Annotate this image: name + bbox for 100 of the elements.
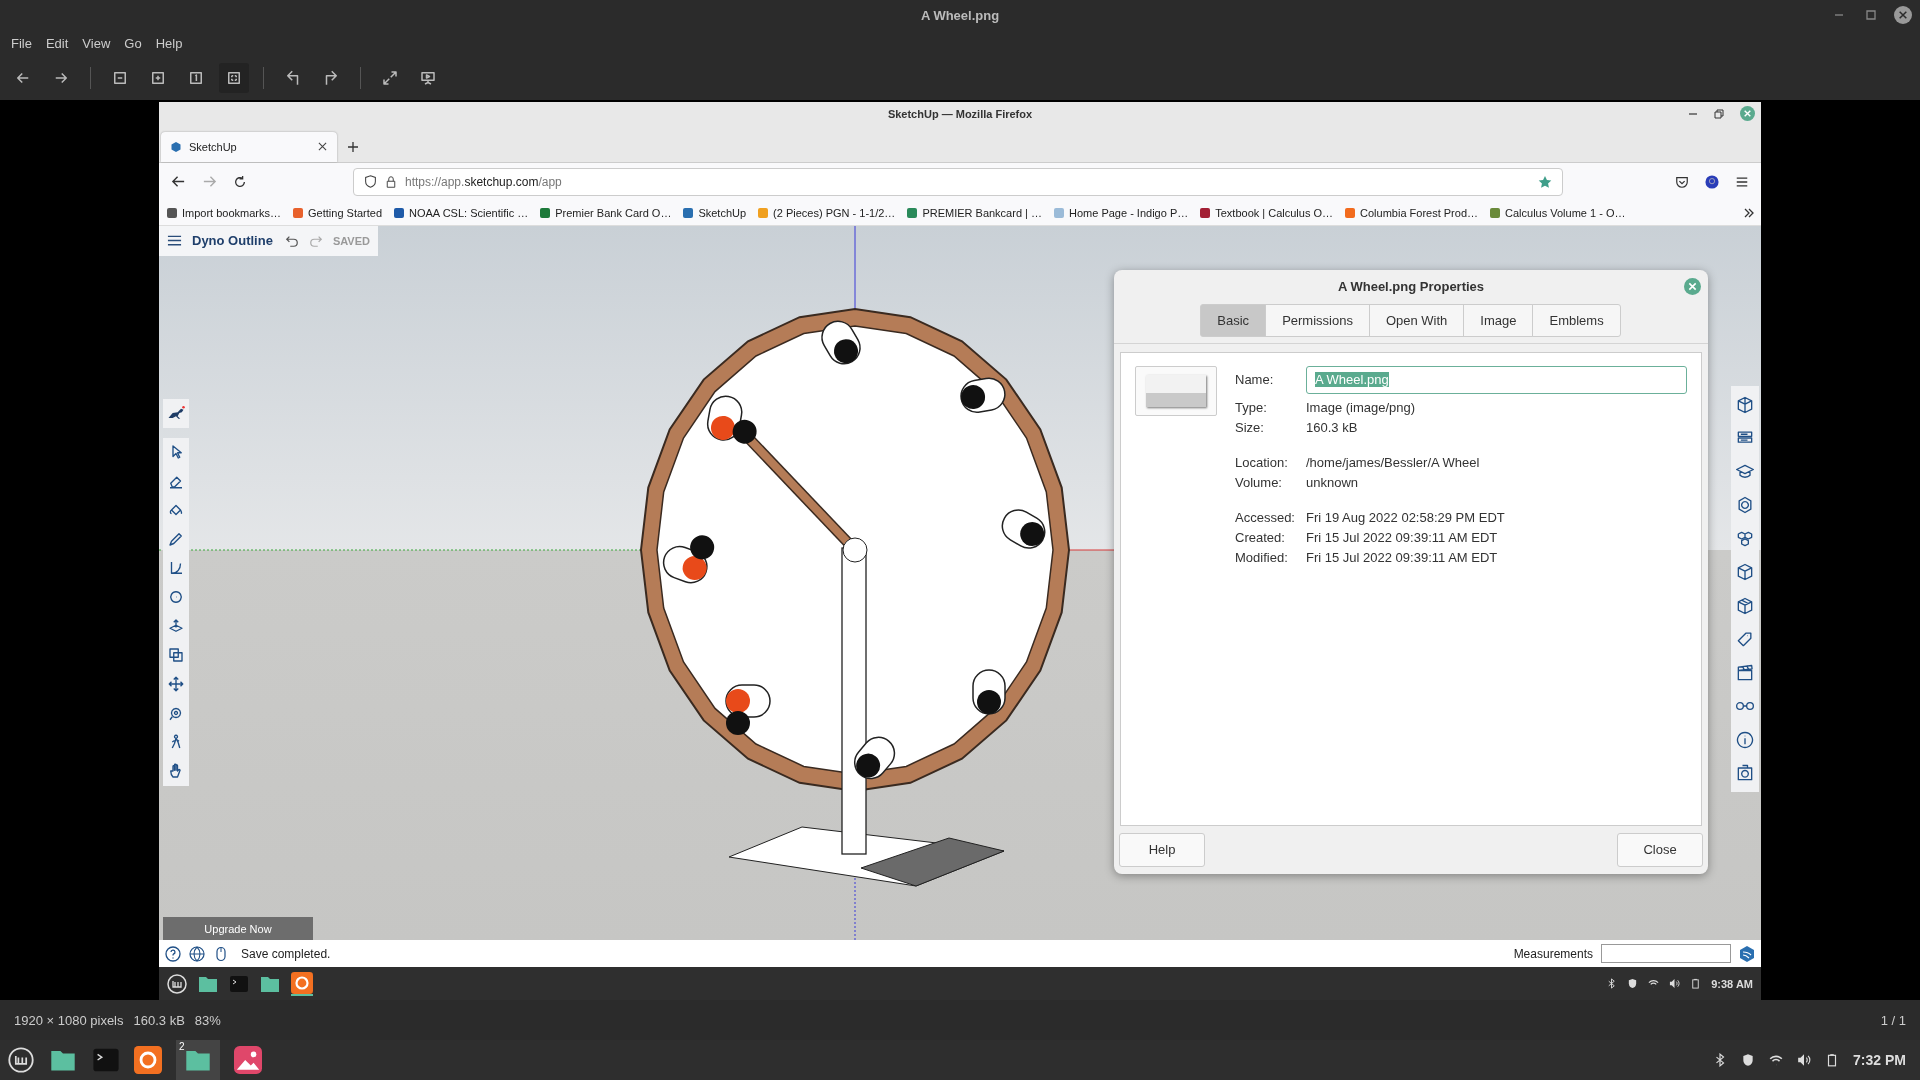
dialog-button[interactable]: Help: [1119, 832, 1205, 867]
menu-item[interactable]: View: [77, 32, 116, 54]
field-value: unknown: [1306, 474, 1359, 490]
mouse-icon[interactable]: [213, 945, 229, 962]
measurements-field[interactable]: [1601, 944, 1731, 964]
logo-icon[interactable]: [1739, 945, 1755, 962]
bookmark-link[interactable]: PREMIER Bankcard | …: [907, 206, 1042, 219]
field-label: Name:: [1235, 372, 1275, 388]
lock-icon: [385, 175, 397, 188]
bookmark-link[interactable]: (2 Pieces) PGN - 1-1/2…: [758, 206, 896, 219]
save-status: SAVED: [332, 234, 370, 247]
volume-icon[interactable]: [1797, 1053, 1812, 1067]
firefox-icon[interactable]: [291, 971, 313, 996]
bookmark-link[interactable]: SketchUp: [683, 206, 747, 219]
close-icon[interactable]: [1740, 106, 1755, 121]
browser-tab[interactable]: SketchUp: [161, 131, 337, 162]
browser-title: SketchUp — Mozilla Firefox: [887, 107, 1033, 120]
clock: 9:38 AM: [1711, 977, 1753, 990]
dialog-tab[interactable]: Image: [1463, 303, 1534, 337]
info-icon: [1735, 729, 1755, 750]
dialog-title: A Wheel.png Properties: [1337, 279, 1485, 295]
bookmark-link[interactable]: Premier Bank Card O…: [540, 206, 672, 219]
measurements-label: Measurements: [1513, 946, 1593, 961]
zoom-out-icon: [111, 69, 129, 87]
clapper-icon: [1735, 662, 1755, 683]
bookmark-link[interactable]: Import bookmarks…: [167, 206, 282, 219]
fit-to-window-icon: [225, 69, 243, 87]
bookmark-link[interactable]: Calculus Volume 1 - O…: [1490, 206, 1626, 219]
field-value: Fri 19 Aug 2022 02:58:29 PM EDT: [1306, 509, 1505, 525]
toolbar-button[interactable]: [219, 63, 249, 93]
new-tab-icon[interactable]: [347, 140, 359, 153]
pencil-icon: [167, 530, 185, 549]
dialog-tab[interactable]: Permissions: [1265, 303, 1370, 337]
offset-icon: [167, 646, 185, 665]
account-icon[interactable]: [1705, 174, 1719, 189]
slideshow-icon: [419, 69, 437, 87]
camera-icon: [1735, 763, 1755, 783]
star-icon[interactable]: [1538, 174, 1552, 189]
menu-item[interactable]: Edit: [40, 32, 74, 54]
pocket-icon[interactable]: [1675, 174, 1689, 189]
bookmark-link[interactable]: Getting Started: [293, 206, 383, 219]
close-tab-icon[interactable]: [318, 142, 327, 152]
restore-icon[interactable]: [1714, 108, 1724, 119]
document-title: Dyno Outline: [192, 233, 273, 249]
field-value: Image (image/png): [1306, 399, 1416, 415]
shield-icon: [364, 175, 377, 189]
bookmark-link[interactable]: Columbia Forest Prod…: [1345, 206, 1479, 219]
dialog-button[interactable]: Close: [1617, 832, 1703, 867]
terminal-icon[interactable]: [92, 1046, 120, 1074]
close-icon[interactable]: [1684, 277, 1701, 295]
field-label: Volume:: [1235, 474, 1283, 490]
bookmark-link[interactable]: Textbook | Calculus O…: [1200, 206, 1334, 219]
volume-icon[interactable]: [1669, 978, 1681, 990]
address-bar[interactable]: https://app.sketchup.com/app: [353, 167, 1563, 196]
field-value: 160.3 kB: [1306, 419, 1358, 435]
close-button[interactable]: [1894, 6, 1912, 24]
image-viewer-icon[interactable]: [234, 1046, 262, 1074]
thumbnail-placeholder: [1146, 374, 1206, 407]
menu-item[interactable]: Go: [119, 32, 147, 54]
move-icon: [167, 675, 185, 694]
dialog-tab[interactable]: Open With: [1368, 303, 1465, 337]
bluetooth-icon[interactable]: [1606, 978, 1618, 990]
taskbar-button[interactable]: 2: [176, 1040, 220, 1080]
file-size: 160.3 kB: [133, 1012, 185, 1028]
field-label: Modified:: [1235, 549, 1289, 565]
field-label: Type:: [1235, 399, 1268, 415]
box-icon: [1735, 562, 1755, 582]
shield-icon[interactable]: [1627, 978, 1639, 990]
shield-icon[interactable]: [1741, 1053, 1756, 1067]
image-dimensions: 1920 × 1080 pixels: [14, 1012, 124, 1028]
menu-icon[interactable]: [1735, 174, 1749, 189]
field-value: /home/james/Bessler/A Wheel: [1306, 454, 1480, 470]
solid-cube-icon: [1735, 595, 1755, 616]
menu-item[interactable]: File: [6, 32, 37, 54]
clock: 7:32 PM: [1853, 1052, 1906, 1068]
field-label: Accessed:: [1235, 509, 1296, 525]
status-message: Save completed.: [241, 946, 332, 961]
battery-icon[interactable]: [1690, 978, 1702, 990]
bookmark-link[interactable]: Home Page - Indigo P…: [1054, 206, 1189, 219]
maximize-icon: [1865, 9, 1877, 21]
reload-icon[interactable]: [233, 174, 247, 189]
field-label: Location:: [1235, 454, 1289, 470]
bookmark-link[interactable]: NOAA CSL: Scientific …: [394, 206, 529, 219]
field-label: Created:: [1235, 529, 1286, 545]
chevron-icon[interactable]: [1743, 206, 1755, 219]
tab-title: SketchUp: [189, 140, 238, 153]
dialog-tab[interactable]: Basic: [1200, 303, 1267, 337]
help-icon[interactable]: [165, 945, 181, 962]
field-value: Fri 15 Jul 2022 09:39:11 AM EDT: [1306, 529, 1498, 545]
tool-button[interactable]: [163, 398, 189, 428]
upgrade-button[interactable]: Upgrade Now: [163, 917, 313, 941]
dialog-tab[interactable]: Emblems: [1532, 303, 1621, 337]
mint-menu-icon[interactable]: [8, 1047, 34, 1073]
cube-outline-icon: [1735, 394, 1755, 415]
menu-item[interactable]: Help: [150, 32, 188, 54]
favicon-icon: [171, 141, 181, 152]
window-title: A Wheel.png: [920, 7, 1000, 23]
globe-icon[interactable]: [189, 945, 205, 962]
mint-menu-icon[interactable]: [167, 973, 187, 994]
zoom-level: 83%: [194, 1012, 221, 1028]
